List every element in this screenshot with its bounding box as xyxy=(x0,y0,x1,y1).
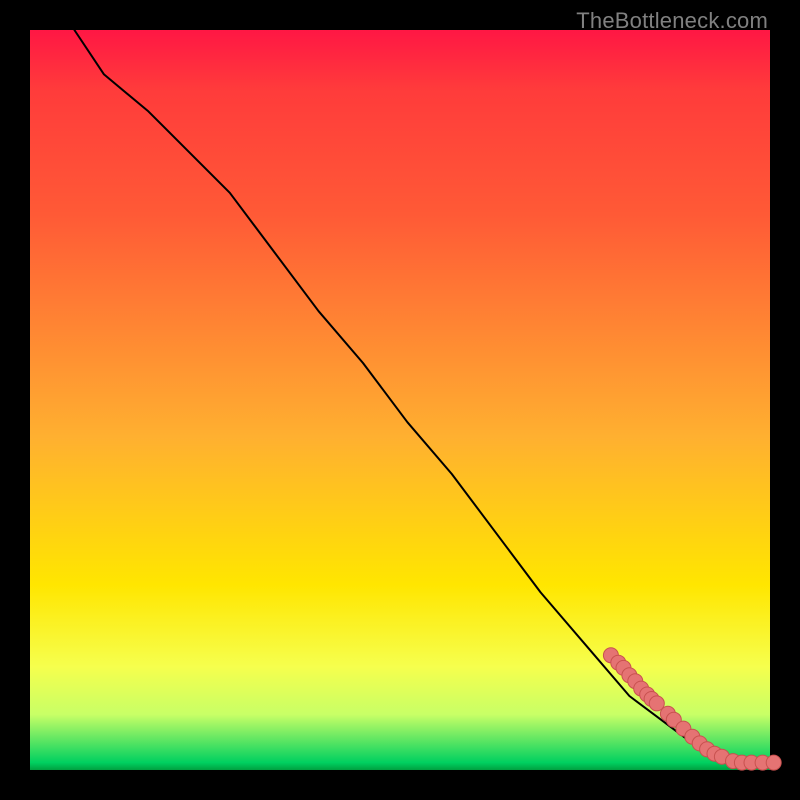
chart-scatter-points xyxy=(603,648,781,770)
chart-curve xyxy=(74,30,770,763)
scatter-point xyxy=(766,755,781,770)
plot-area xyxy=(30,30,770,770)
chart-frame: TheBottleneck.com xyxy=(0,0,800,800)
chart-svg xyxy=(30,30,770,770)
